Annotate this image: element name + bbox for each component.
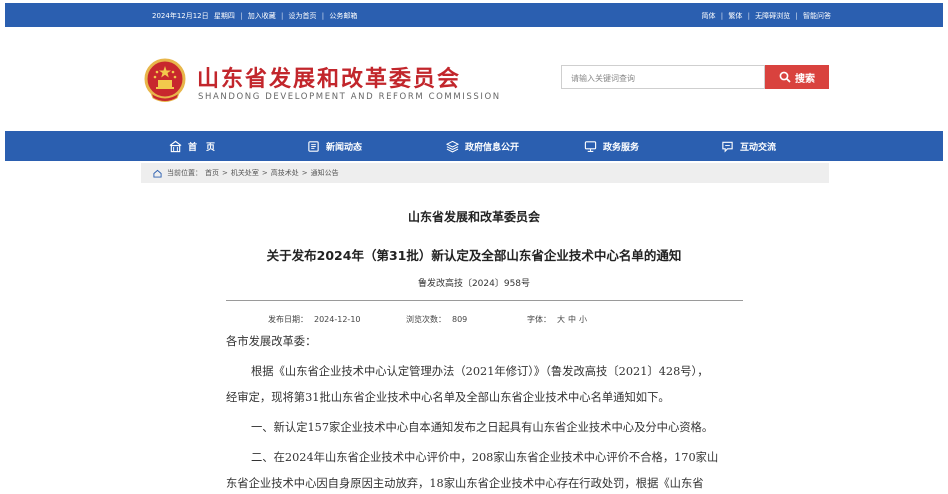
nav-item-home[interactable]: 首 页 xyxy=(169,131,215,161)
breadcrumb-departments[interactable]: 机关处室 xyxy=(231,168,259,178)
paragraph-salutation: 各市发展改革委： xyxy=(226,335,317,348)
nav-label-news: 新闻动态 xyxy=(326,142,363,153)
paragraph-line: 根据《山东省企业技术中心认定管理办法（2021年修订）》（鲁发改高技〔2021〕… xyxy=(251,365,709,378)
breadcrumb-notices[interactable]: 通知公告 xyxy=(311,168,339,178)
font-large-button[interactable]: 大 xyxy=(557,315,565,324)
breadcrumb-prefix: 当前位置： xyxy=(167,169,202,177)
breadcrumb-hightech[interactable]: 高技术处 xyxy=(271,168,299,178)
smart-qa-link[interactable]: 智能问答 xyxy=(803,11,831,21)
paragraph-line: 二、在2024年山东省企业技术中心评价中，208家山东省企业技术中心评价不合格，… xyxy=(251,451,719,464)
paragraph-line: 一、新认定157家企业技术中心自本通知发布之日起具有山东省企业技术中心及分中心资… xyxy=(251,421,714,434)
font-medium-button[interactable]: 中 xyxy=(568,315,576,324)
document-number: 鲁发改高技〔2024〕958号 xyxy=(417,279,531,289)
paragraph-line: 经审定，现将第31批山东省企业技术中心名单及全部山东省企业技术中心名单通知如下。 xyxy=(226,391,670,404)
breadcrumb-home[interactable]: 首页 xyxy=(205,168,219,178)
font-small-button[interactable]: 小 xyxy=(579,315,587,324)
breadcrumb: 当前位置： 首页 > 机关处室 > 高技术处 > 通知公告 xyxy=(141,163,829,183)
nav-label-gov-info: 政府信息公开 xyxy=(465,142,520,153)
topbar-right: 简体 | 繁体 | 无障碍浏览 | 智能问答 xyxy=(701,11,831,21)
chat-icon xyxy=(722,141,733,152)
add-favorite-link[interactable]: 加入收藏 xyxy=(248,11,276,21)
views-label: 浏览次数： xyxy=(406,315,446,324)
accessibility-link[interactable]: 无障碍浏览 xyxy=(755,11,790,21)
topbar-left: 2024年12月12日 星期四 | 加入收藏 | 设为首页 | 公务邮箱 xyxy=(152,11,358,21)
set-homepage-link[interactable]: 设为首页 xyxy=(289,11,317,21)
main-nav: 首 页 新闻动态 政府信息公开 政务服务 互动交流 xyxy=(5,131,943,161)
issuing-organization: 山东省发展和改革委员会 xyxy=(407,210,540,224)
nav-item-gov-info[interactable]: 政府信息公开 xyxy=(446,131,519,161)
paragraph-line: 东省企业技术中心因自身原因主动放弃，18家山东省企业技术中心存在行政处罚，根据《… xyxy=(226,477,704,490)
nav-label-interaction: 互动交流 xyxy=(740,142,777,153)
site-header: 山东省发展和改革委员会 SHANDONG DEVELOPMENT AND REF… xyxy=(0,27,948,131)
current-date: 2024年12月12日 xyxy=(152,12,209,20)
search-button-label: 搜索 xyxy=(795,73,815,85)
font-size-meta: 字体： 大中小 xyxy=(527,314,590,325)
publish-date-label: 发布日期： xyxy=(268,315,308,324)
top-utility-bar: 2024年12月12日 星期四 | 加入收藏 | 设为首页 | 公务邮箱 简体 … xyxy=(5,3,943,27)
views-count: 809 xyxy=(452,315,468,324)
nav-item-news[interactable]: 新闻动态 xyxy=(307,131,362,161)
nav-item-interaction[interactable]: 互动交流 xyxy=(721,131,776,161)
home-icon xyxy=(153,169,162,178)
search-input[interactable]: 请输入关键词查询 xyxy=(561,65,765,89)
search-icon xyxy=(779,71,791,83)
national-emblem-icon xyxy=(144,58,186,102)
nav-label-services: 政务服务 xyxy=(603,142,640,153)
nav-label-home: 首 页 xyxy=(188,142,216,153)
font-size-label: 字体： xyxy=(527,315,551,324)
article-title: 关于发布2024年（第31批）新认定及全部山东省企业技术中心名单的通知 xyxy=(266,248,682,263)
home-icon xyxy=(169,140,182,152)
search-button[interactable]: 搜索 xyxy=(765,65,829,89)
publish-date: 2024-12-10 xyxy=(314,315,361,324)
news-icon xyxy=(308,140,319,152)
site-title: 山东省发展和改革委员会 xyxy=(197,66,462,92)
layers-icon xyxy=(446,140,459,152)
simplified-link[interactable]: 简体 xyxy=(702,11,716,21)
nav-item-services[interactable]: 政务服务 xyxy=(584,131,639,161)
site-subtitle: SHANDONG DEVELOPMENT AND REFORM COMMISSI… xyxy=(198,92,501,102)
current-weekday: 星期四 xyxy=(213,12,235,20)
official-mail-link[interactable]: 公务邮箱 xyxy=(329,11,357,21)
traditional-link[interactable]: 繁体 xyxy=(728,11,742,21)
views-meta: 浏览次数： 809 xyxy=(406,314,467,325)
divider xyxy=(226,300,743,301)
monitor-icon xyxy=(584,140,597,152)
publish-date-meta: 发布日期： 2024-12-10 xyxy=(268,314,361,325)
